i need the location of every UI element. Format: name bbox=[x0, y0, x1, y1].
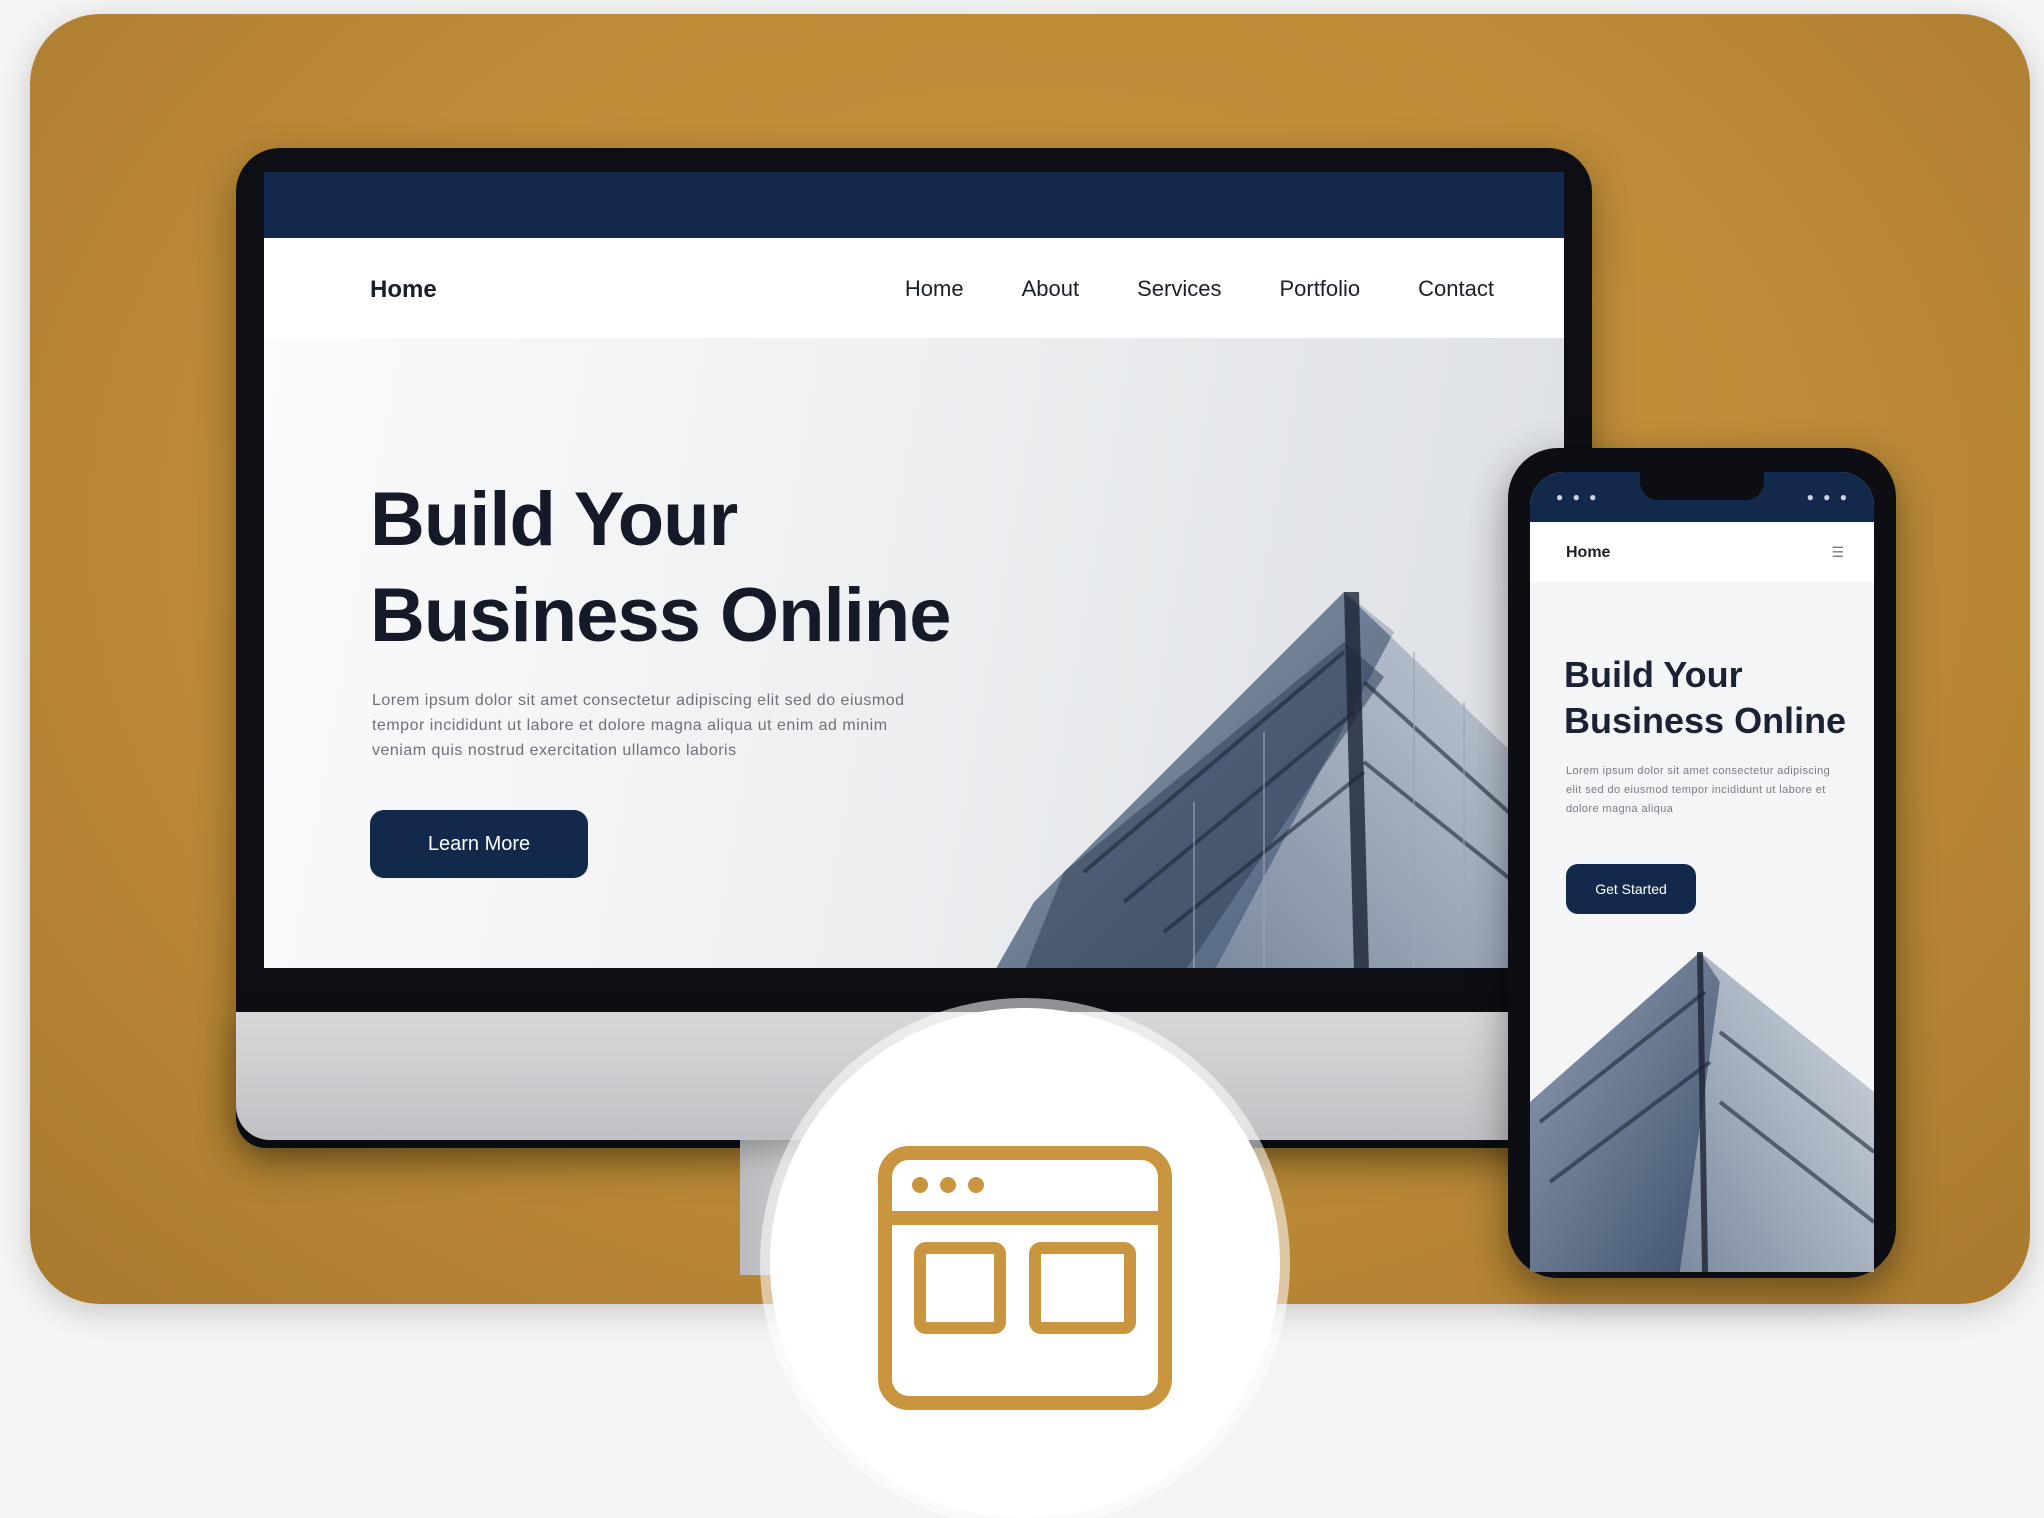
site-logo[interactable]: Home bbox=[370, 276, 437, 304]
hero-title-line1: Build Your bbox=[370, 477, 738, 562]
phone-hero-description: Lorem ipsum dolor sit amet consectetur a… bbox=[1566, 765, 1831, 815]
phone-screen: ● ● ● ● ● ● Home ☰ Build Your Business O… bbox=[1530, 472, 1874, 1272]
site-navbar: Home Home About Services Portfolio Conta… bbox=[264, 238, 1564, 338]
hero-description: Lorem ipsum dolor sit amet consectetur a… bbox=[372, 692, 905, 759]
phone-notch bbox=[1640, 472, 1764, 500]
phone-hero-title: Build Your Business Online bbox=[1564, 652, 1854, 744]
browser-top-bar bbox=[264, 172, 1564, 238]
nav-link-services[interactable]: Services bbox=[1137, 276, 1221, 302]
phone-hero-title-line1: Build Your bbox=[1564, 654, 1743, 695]
nav-link-about[interactable]: About bbox=[1022, 276, 1080, 302]
get-started-button[interactable]: Get Started bbox=[1566, 864, 1696, 914]
nav-link-contact[interactable]: Contact bbox=[1418, 276, 1494, 302]
menu-icon[interactable]: ☰ bbox=[1831, 544, 1844, 561]
learn-more-button[interactable]: Learn More bbox=[370, 810, 588, 878]
browser-window-icon bbox=[878, 1146, 1172, 1410]
nav-link-home[interactable]: Home bbox=[905, 276, 964, 302]
desktop-screen: Home Home About Services Portfolio Conta… bbox=[264, 172, 1564, 990]
screen-bottom-bezel bbox=[264, 968, 1564, 990]
status-dots-left: ● ● ● bbox=[1556, 490, 1600, 504]
building-image bbox=[994, 592, 1564, 972]
phone-logo[interactable]: Home bbox=[1566, 544, 1610, 562]
nav-link-portfolio[interactable]: Portfolio bbox=[1279, 276, 1360, 302]
phone-building-image bbox=[1530, 951, 1874, 1272]
web-design-badge bbox=[770, 1008, 1280, 1518]
nav-links: Home About Services Portfolio Contact bbox=[905, 276, 1494, 302]
phone-navbar: Home ☰ bbox=[1530, 522, 1874, 582]
hero-title: Build Your Business Online bbox=[370, 472, 1010, 664]
status-dots-right: ● ● ● bbox=[1806, 490, 1850, 504]
hero-title-line2: Business Online bbox=[370, 573, 952, 658]
phone-hero-title-line2: Business Online bbox=[1564, 700, 1847, 741]
